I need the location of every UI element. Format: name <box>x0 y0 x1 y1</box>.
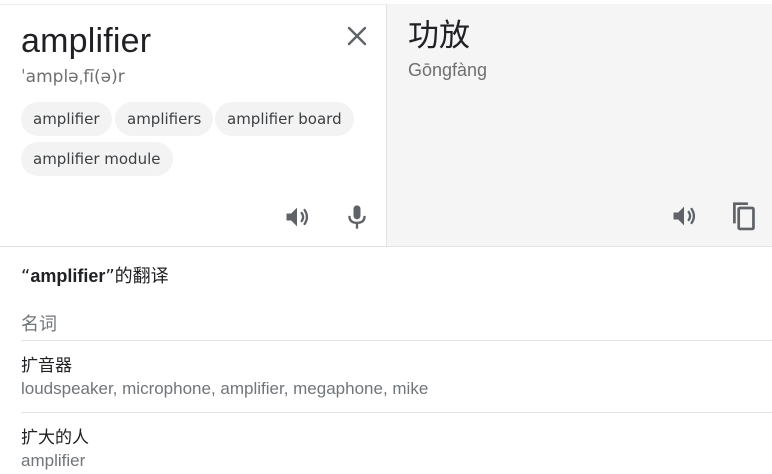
part-of-speech: 名词 <box>21 314 57 335</box>
suggestion-chip[interactable]: amplifier board <box>215 102 354 136</box>
translated-text: 功放 <box>408 18 470 54</box>
speaker-icon <box>673 206 696 226</box>
dictionary-entry: 扩音器 loudspeaker, microphone, amplifier, … <box>21 340 772 399</box>
romanization: Gōngfàng <box>408 60 488 80</box>
copy-icon <box>733 202 755 231</box>
source-phonetic: ˈampləˌfī(ə)r <box>21 67 125 87</box>
clear-source-button[interactable] <box>342 21 372 51</box>
source-text[interactable]: amplifier <box>21 21 151 61</box>
target-pane: 功放 Gōngfàng <box>387 4 772 246</box>
microphone-button[interactable] <box>341 201 373 233</box>
source-pane[interactable]: amplifier ˈampləˌfī(ə)r amplifier amplif… <box>0 4 387 246</box>
suggestion-chip[interactable]: amplifiers <box>115 102 214 136</box>
microphone-icon <box>348 205 366 229</box>
entry-word[interactable]: 扩大的人 <box>21 423 772 448</box>
suggestion-chip[interactable]: amplifier <box>21 102 112 136</box>
dictionary-entry: 扩大的人 amplifier <box>21 412 772 471</box>
copy-translation-button[interactable] <box>727 200 759 232</box>
suggestion-chip[interactable]: amplifier module <box>21 142 173 176</box>
entry-synonyms: amplifier <box>21 451 86 470</box>
speaker-icon <box>286 207 309 227</box>
entry-word[interactable]: 扩音器 <box>21 351 772 376</box>
title-quote-open: “ <box>21 266 31 287</box>
target-listen-button[interactable] <box>668 200 700 232</box>
dictionary-section: “amplifier”的翻译 名词 扩音器 loudspeaker, micro… <box>21 262 772 470</box>
entry-synonyms: loudspeaker, microphone, amplifier, mega… <box>21 379 429 398</box>
source-listen-button[interactable] <box>281 201 313 233</box>
dictionary-title: “amplifier”的翻译 <box>21 262 772 294</box>
translation-panes: amplifier ˈampləˌfī(ə)r amplifier amplif… <box>0 0 772 247</box>
close-icon <box>347 26 367 46</box>
dictionary-title-word: amplifier <box>30 266 106 286</box>
title-suffix: ”的翻译 <box>105 266 169 287</box>
